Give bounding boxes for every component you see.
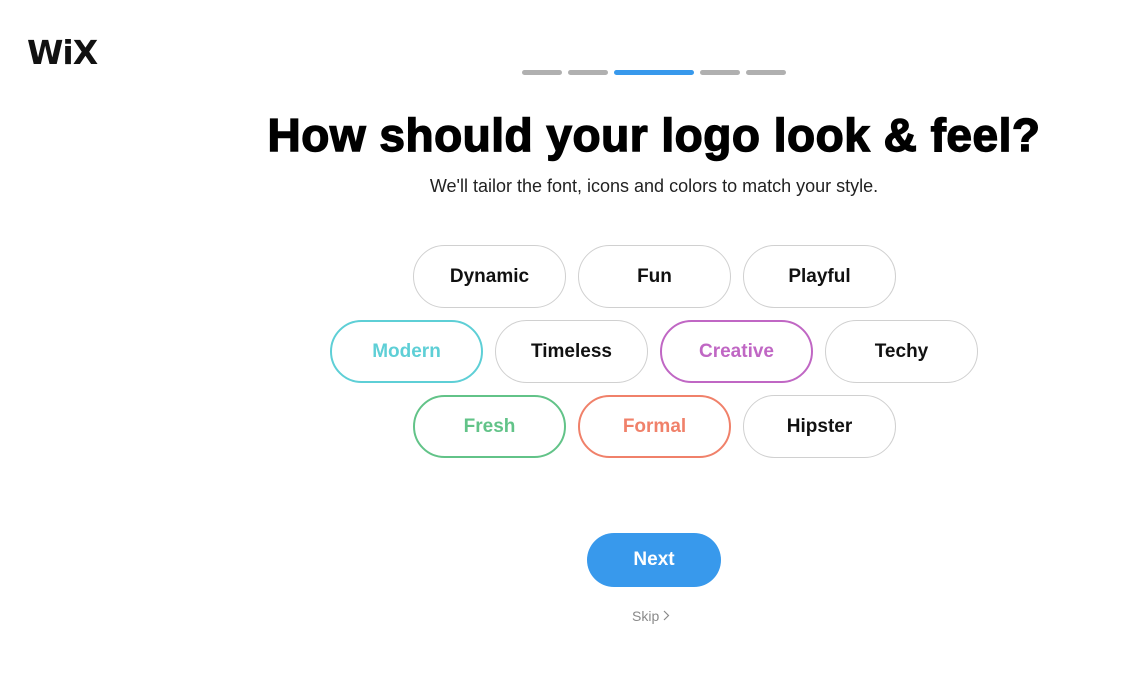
style-chip-fresh[interactable]: Fresh <box>413 395 566 458</box>
style-chip-formal[interactable]: Formal <box>578 395 731 458</box>
style-chip-timeless[interactable]: Timeless <box>495 320 648 383</box>
chevron-right-icon <box>663 608 670 624</box>
style-chip-creative[interactable]: Creative <box>660 320 813 383</box>
style-chip-dynamic[interactable]: Dynamic <box>413 245 566 308</box>
style-chip-playful[interactable]: Playful <box>743 245 896 308</box>
progress-indicator <box>522 70 786 75</box>
style-chip-hipster[interactable]: Hipster <box>743 395 896 458</box>
progress-step-1 <box>522 70 562 75</box>
style-chip-fun[interactable]: Fun <box>578 245 731 308</box>
style-chip-techy[interactable]: Techy <box>825 320 978 383</box>
skip-label: Skip <box>632 608 660 624</box>
page-title: How should your logo look & feel? <box>267 108 1041 161</box>
style-row-2: Modern Timeless Creative Techy <box>330 320 978 383</box>
skip-link[interactable]: Skip <box>632 608 670 624</box>
style-row-1: Dynamic Fun Playful <box>413 245 896 308</box>
progress-step-3-current <box>614 70 694 75</box>
progress-step-5 <box>746 70 786 75</box>
style-chip-modern[interactable]: Modern <box>330 320 483 383</box>
wix-logo: WiX <box>27 33 98 72</box>
next-button[interactable]: Next <box>587 533 721 587</box>
progress-step-2 <box>568 70 608 75</box>
page-subtitle: We'll tailor the font, icons and colors … <box>429 176 879 196</box>
style-row-3: Fresh Formal Hipster <box>413 395 896 458</box>
progress-step-4 <box>700 70 740 75</box>
